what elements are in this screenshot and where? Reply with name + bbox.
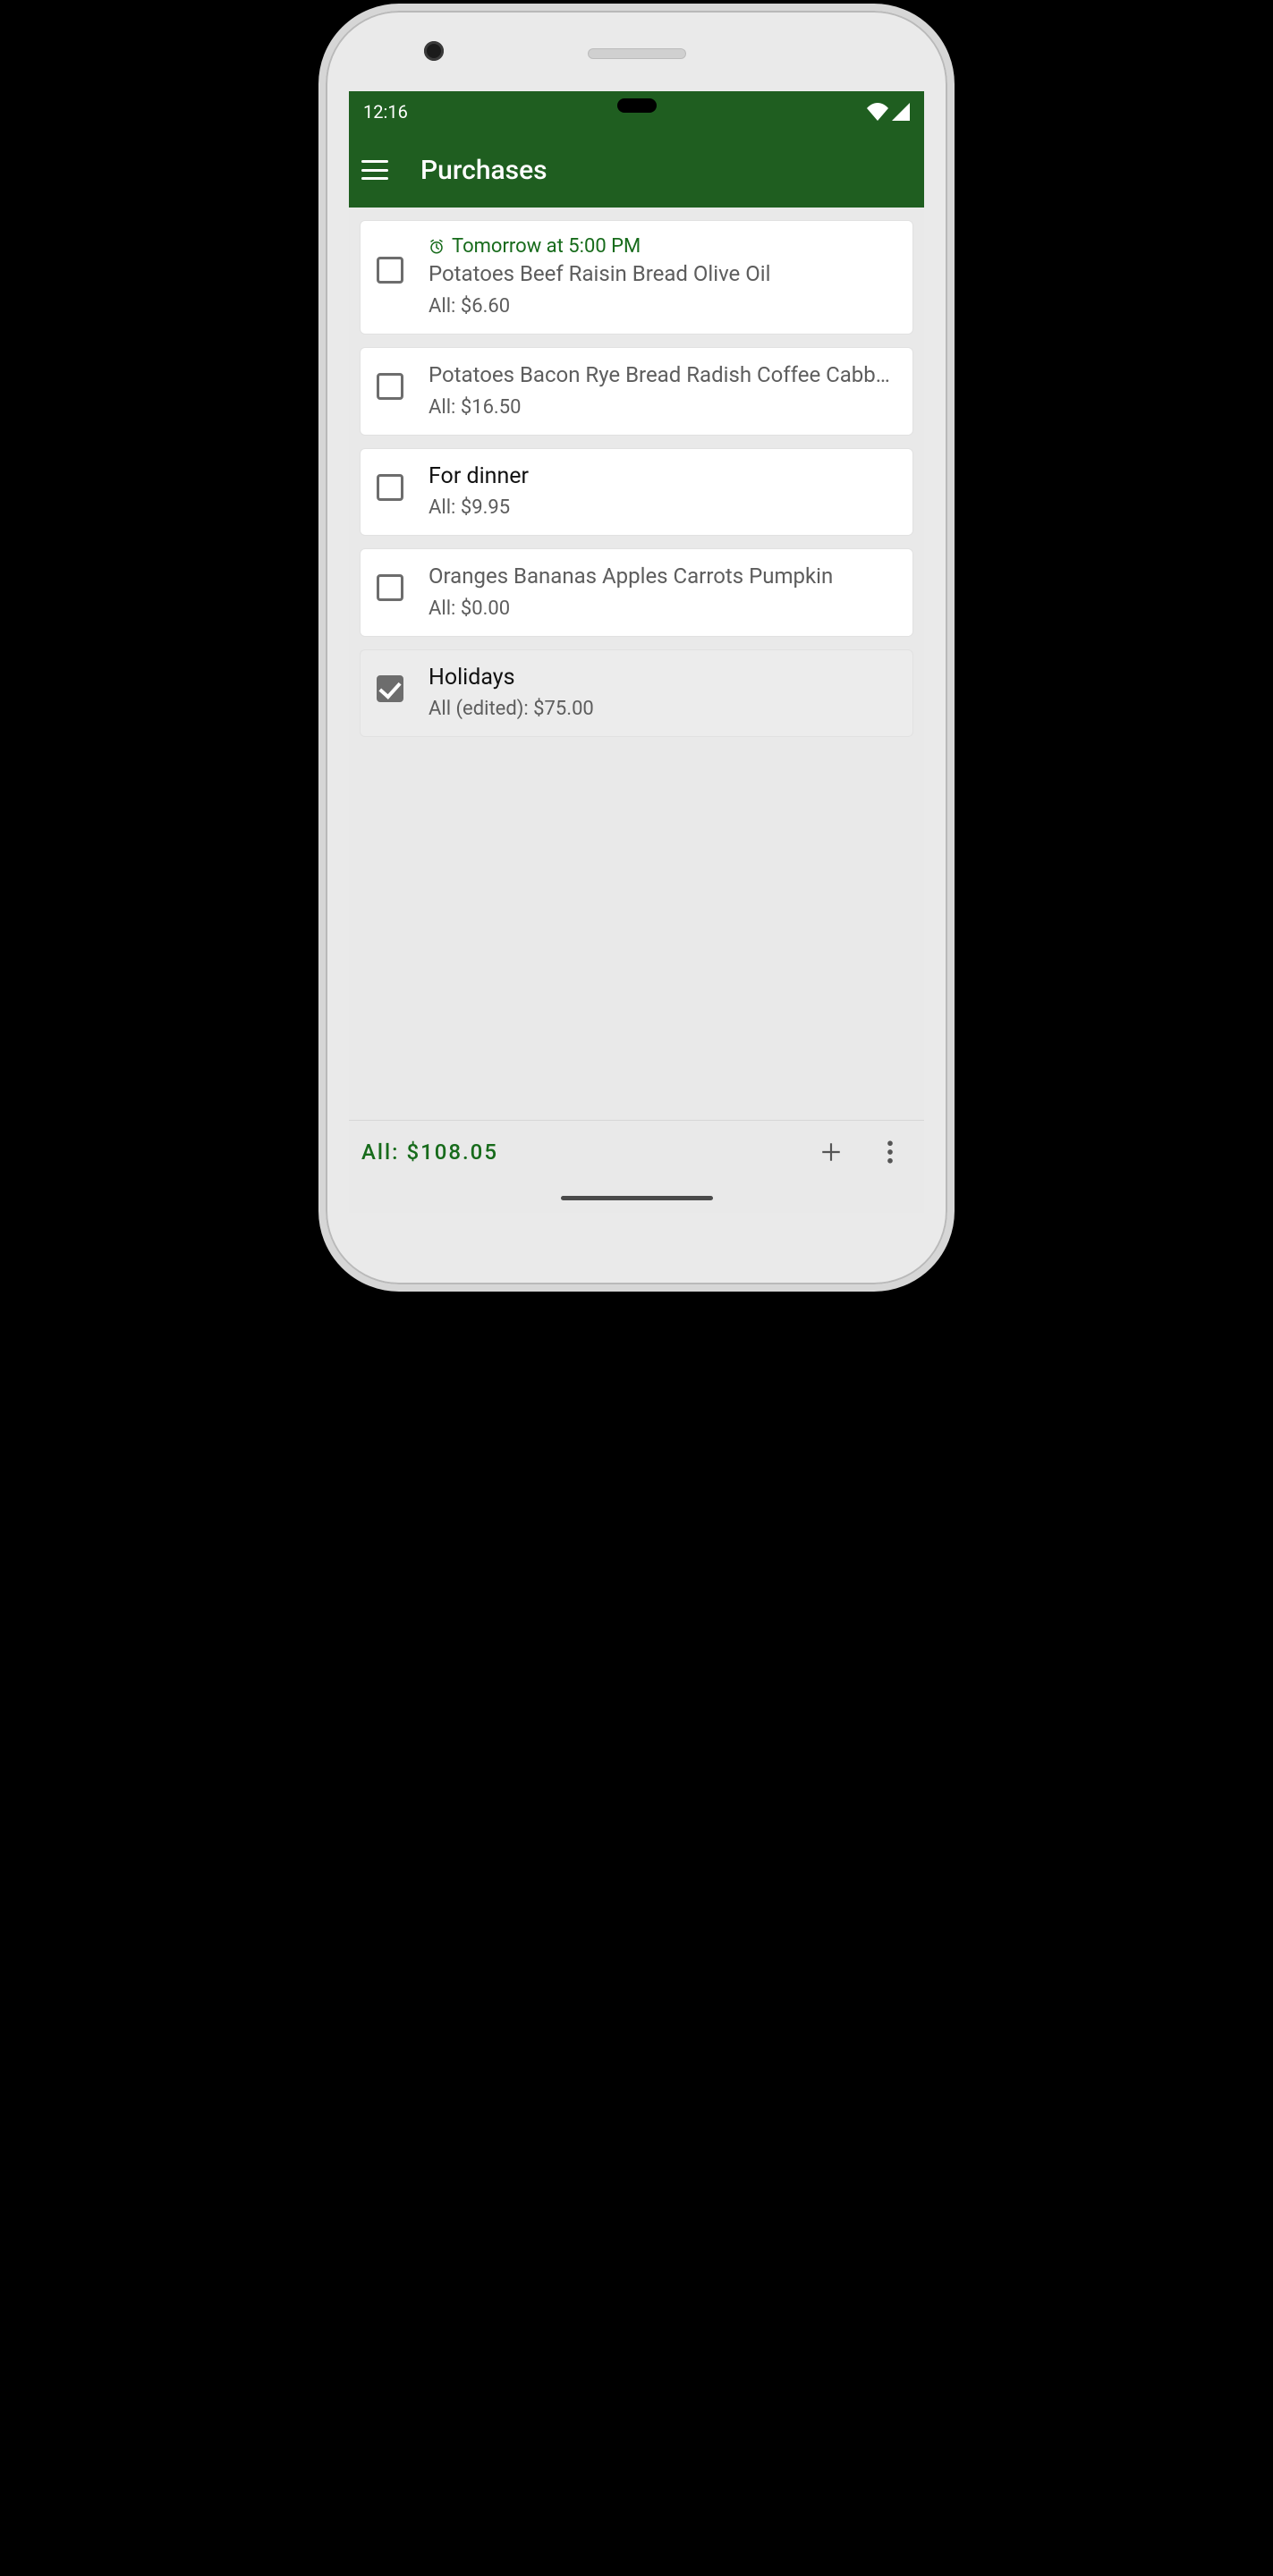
item-subtotal: All: $9.95 [429,496,896,519]
status-time: 12:16 [363,101,408,123]
item-checkbox[interactable] [377,474,403,501]
purchase-card[interactable]: Tomorrow at 5:00 PM Potatoes Beef Raisin … [360,220,913,335]
item-title: Potatoes Bacon Rye Bread Radish Coffee C… [429,362,896,387]
menu-icon[interactable] [361,160,388,180]
purchase-card[interactable]: For dinner All: $9.95 [360,448,913,536]
plus-icon [819,1140,843,1164]
item-checkbox[interactable] [377,675,403,702]
display-cutout [617,98,657,113]
more-button[interactable] [872,1134,908,1170]
purchase-card[interactable]: Oranges Bananas Apples Carrots Pumpkin Al… [360,548,913,637]
purchase-card[interactable]: Holidays All (edited): $75.00 [360,649,913,737]
wifi-icon [867,103,888,121]
page-title: Purchases [420,155,547,186]
item-title: For dinner [429,463,896,489]
item-checkbox[interactable] [377,373,403,400]
purchase-list[interactable]: Tomorrow at 5:00 PM Potatoes Beef Raisin … [349,208,924,1120]
add-button[interactable] [813,1134,849,1170]
cellular-icon [892,103,910,121]
total-label: All: $108.05 [361,1140,790,1165]
item-subtotal: All: $6.60 [429,295,896,318]
speaker-slit [588,48,686,59]
gesture-bar [349,1182,924,1213]
more-vert-icon [887,1140,894,1164]
bottom-bar: All: $108.05 [349,1120,924,1182]
item-title: Potatoes Beef Raisin Bread Olive Oil [429,261,896,286]
item-checkbox[interactable] [377,257,403,284]
card-body: Holidays All (edited): $75.00 [429,665,896,720]
alarm-icon [429,239,445,255]
purchase-card[interactable]: Potatoes Bacon Rye Bread Radish Coffee C… [360,347,913,436]
front-camera [424,41,444,61]
item-subtotal: All: $16.50 [429,396,896,419]
item-subtotal: All: $0.00 [429,597,896,620]
card-body: Tomorrow at 5:00 PM Potatoes Beef Raisin … [429,235,896,318]
card-body: Potatoes Bacon Rye Bread Radish Coffee C… [429,362,896,419]
item-title: Holidays [429,665,896,691]
card-body: Oranges Bananas Apples Carrots Pumpkin Al… [429,564,896,620]
app-bar: Purchases [349,132,924,208]
reminder-text: Tomorrow at 5:00 PM [452,235,641,258]
card-body: For dinner All: $9.95 [429,463,896,519]
item-title: Oranges Bananas Apples Carrots Pumpkin [429,564,896,589]
screen: 12:16 Purchases Tomorrow at 5:00 PM Potat… [349,91,924,1213]
item-subtotal: All (edited): $75.00 [429,698,896,720]
reminder-row: Tomorrow at 5:00 PM [429,235,896,258]
item-checkbox[interactable] [377,574,403,601]
device-frame: 12:16 Purchases Tomorrow at 5:00 PM Potat… [318,4,955,1292]
